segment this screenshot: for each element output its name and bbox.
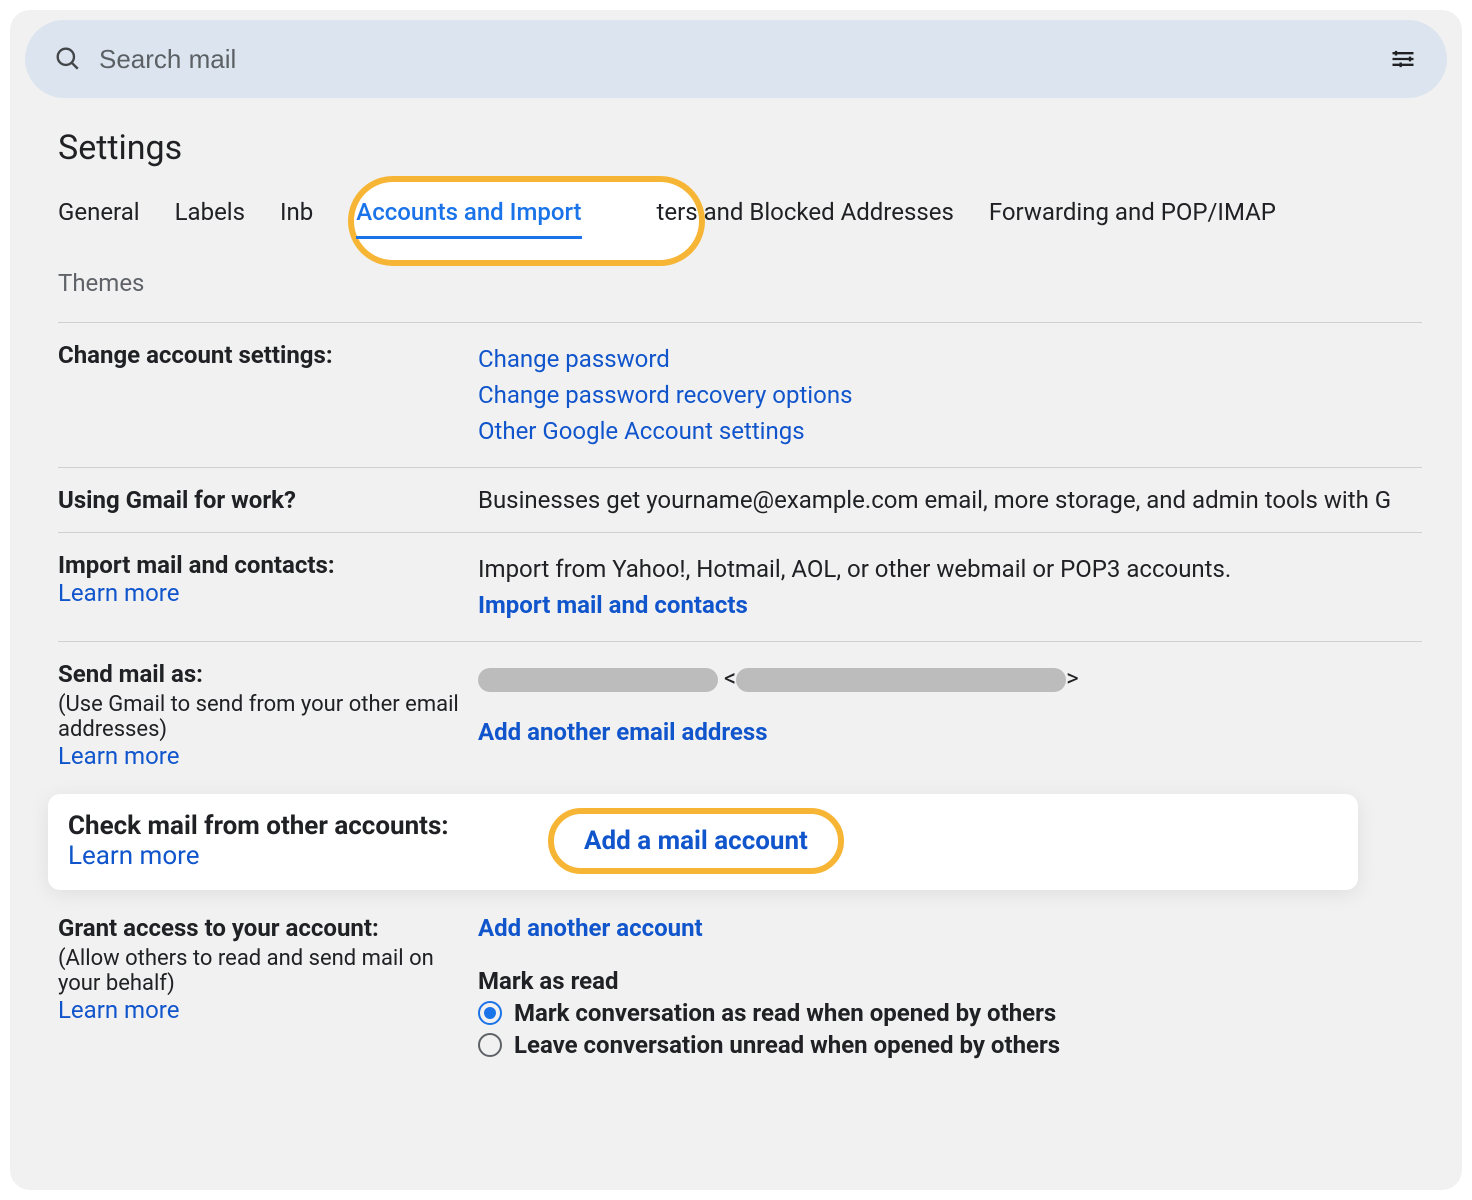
radio-leave-unread-row[interactable]: Leave conversation unread when opened by… [478, 1031, 1422, 1059]
text-import-desc: Import from Yahoo!, Hotmail, AOL, or oth… [478, 551, 1422, 587]
sub-send-mail-as: (Use Gmail to send from your other email… [58, 692, 478, 742]
label-check-mail: Check mail from other accounts: [68, 811, 548, 841]
tabs-bar: General Labels Inb Accounts and Import t… [58, 198, 1422, 239]
label-import-mail: Import mail and contacts: [58, 551, 478, 579]
tab-accounts-and-import[interactable]: Accounts and Import [356, 198, 581, 239]
redacted-name [478, 668, 718, 692]
tab-themes[interactable]: Themes [58, 269, 1422, 297]
label-using-for-work: Using Gmail for work? [58, 486, 296, 514]
link-import-learn-more[interactable]: Learn more [58, 579, 179, 607]
tab-filters-partial[interactable]: ters and Blocked Addresses [657, 198, 954, 239]
label-send-mail-as: Send mail as: [58, 660, 478, 688]
add-mail-account-button[interactable]: Add a mail account [548, 808, 844, 874]
section-change-account: Change account settings: Change password… [58, 322, 1422, 467]
link-add-another-account[interactable]: Add another account [478, 914, 703, 942]
link-other-account-settings[interactable]: Other Google Account settings [478, 413, 805, 449]
search-options-icon[interactable] [1389, 45, 1417, 73]
radio-checked-icon[interactable] [478, 1001, 502, 1025]
redacted-email [736, 668, 1066, 692]
search-bar[interactable] [25, 20, 1447, 98]
radio-label-leave-unread: Leave conversation unread when opened by… [514, 1031, 1060, 1059]
radio-mark-read-row[interactable]: Mark conversation as read when opened by… [478, 999, 1422, 1027]
section-import-mail: Import mail and contacts: Learn more Imp… [58, 532, 1422, 641]
tab-general[interactable]: General [58, 198, 140, 239]
send-mail-address-row: <> [478, 660, 1422, 696]
tab-inbox-partial[interactable]: Inb [280, 198, 313, 239]
link-grant-learn-more[interactable]: Learn more [58, 996, 179, 1024]
link-sendmail-learn-more[interactable]: Learn more [58, 742, 179, 770]
tab-labels[interactable]: Labels [175, 198, 245, 239]
text-using-for-work: Businesses get yourname@example.com emai… [478, 486, 1422, 514]
link-change-password[interactable]: Change password [478, 341, 670, 377]
radio-unchecked-icon[interactable] [478, 1033, 502, 1057]
link-add-another-email[interactable]: Add another email address [478, 714, 768, 750]
section-check-mail: Check mail from other accounts: Learn mo… [48, 794, 1358, 890]
search-input[interactable] [81, 44, 1389, 75]
tab-forwarding-pop-imap[interactable]: Forwarding and POP/IMAP [989, 198, 1276, 239]
section-send-mail-as: Send mail as: (Use Gmail to send from yo… [58, 641, 1422, 788]
settings-panel: Settings General Labels Inb Accounts and… [10, 10, 1462, 1190]
radio-label-mark-read: Mark conversation as read when opened by… [514, 999, 1056, 1027]
sub-grant-access: (Allow others to read and send mail on y… [58, 946, 478, 996]
link-import-mail-contacts[interactable]: Import mail and contacts [478, 587, 748, 623]
page-title: Settings [58, 128, 1422, 168]
section-using-for-work: Using Gmail for work? Businesses get you… [58, 467, 1422, 532]
label-mark-as-read: Mark as read [478, 967, 1422, 995]
section-grant-access: Grant access to your account: (Allow oth… [58, 896, 1422, 1077]
search-icon [55, 46, 81, 72]
link-change-recovery[interactable]: Change password recovery options [478, 377, 852, 413]
link-checkmail-learn-more[interactable]: Learn more [68, 841, 200, 871]
label-grant-access: Grant access to your account: [58, 914, 478, 942]
label-change-account: Change account settings: [58, 341, 333, 369]
